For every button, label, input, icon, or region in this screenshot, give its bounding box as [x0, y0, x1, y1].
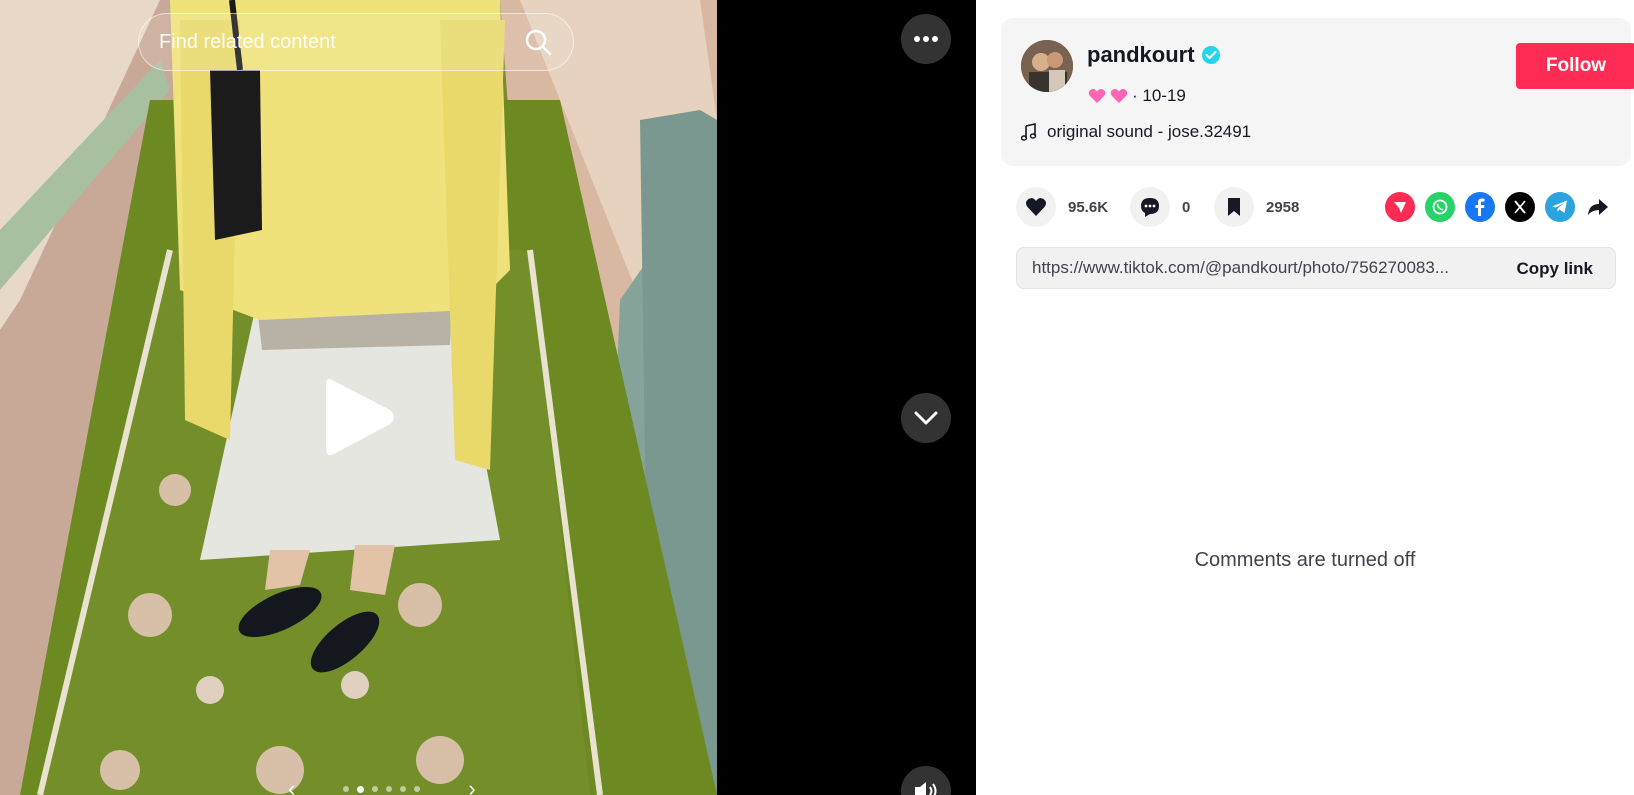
verified-icon — [1201, 46, 1220, 64]
volume-icon — [915, 782, 937, 795]
username-row: pandkourt — [1087, 42, 1221, 68]
follow-button[interactable]: Follow — [1516, 43, 1634, 89]
post-date: · 10-19 — [1132, 86, 1186, 105]
whatsapp-icon[interactable] — [1425, 192, 1455, 222]
carousel-dot[interactable] — [372, 786, 379, 792]
play-icon[interactable] — [318, 372, 398, 462]
carousel-pagination: ‹ › — [248, 778, 516, 795]
search-placeholder: Find related content — [159, 30, 336, 53]
comment-count: 0 — [1182, 198, 1191, 216]
save-button[interactable]: 2958 — [1214, 187, 1299, 227]
pink-heart-icon — [1088, 89, 1106, 103]
carousel-next-icon[interactable]: › — [468, 778, 475, 795]
next-post-button[interactable] — [901, 393, 951, 443]
find-related-search[interactable]: Find related content — [138, 13, 574, 71]
actions-bar: 95.6K 0 2958 — [1016, 187, 1616, 227]
facebook-icon[interactable] — [1465, 192, 1495, 222]
comments-status: Comments are turned off — [1194, 549, 1416, 571]
share-arrow-icon[interactable] — [1583, 192, 1613, 222]
copy-link-button[interactable]: Copy link — [1516, 259, 1593, 279]
app-root: Find related content ‹ › pandkourt · 10-… — [0, 0, 1634, 795]
avatar[interactable] — [1021, 40, 1073, 92]
author-card: pandkourt · 10-19 Follow original sound … — [1001, 18, 1634, 166]
username[interactable]: pandkourt — [1087, 42, 1195, 68]
like-button[interactable]: 95.6K — [1016, 187, 1108, 227]
save-count: 2958 — [1266, 198, 1300, 216]
music-title: original sound - jose.32491 — [1047, 122, 1252, 141]
post-meta: · 10-19 — [1088, 86, 1186, 106]
music-note-icon — [1021, 123, 1037, 141]
send-icon[interactable] — [1385, 192, 1415, 222]
carousel-dot[interactable] — [414, 786, 421, 792]
telegram-icon[interactable] — [1545, 192, 1575, 222]
carousel-prev-icon[interactable]: ‹ — [288, 778, 295, 795]
details-panel: pandkourt · 10-19 Follow original sound … — [976, 0, 1634, 795]
media-viewer: Find related content ‹ › — [0, 0, 976, 795]
bookmark-icon — [1228, 198, 1240, 216]
post-link-row: https://www.tiktok.com/@pandkourt/photo/… — [1016, 247, 1616, 289]
carousel-dot-active[interactable] — [357, 785, 365, 793]
carousel-dot[interactable] — [400, 786, 407, 792]
search-icon[interactable] — [523, 27, 553, 57]
heart-icon — [1025, 198, 1047, 216]
post-link-url[interactable]: https://www.tiktok.com/@pandkourt/photo/… — [1032, 258, 1492, 278]
carousel-dot[interactable] — [386, 786, 393, 792]
like-count: 95.6K — [1068, 198, 1109, 216]
pink-heart-icon — [1110, 89, 1128, 103]
more-icon — [914, 36, 938, 42]
volume-button[interactable] — [901, 766, 951, 795]
chevron-down-icon — [914, 411, 938, 425]
music-row[interactable]: original sound - jose.32491 — [1021, 122, 1251, 142]
comment-icon — [1141, 198, 1159, 217]
comment-button[interactable]: 0 — [1130, 187, 1190, 227]
x-icon[interactable] — [1505, 192, 1535, 222]
more-options-button[interactable] — [901, 14, 951, 64]
carousel-dot[interactable] — [343, 786, 350, 792]
